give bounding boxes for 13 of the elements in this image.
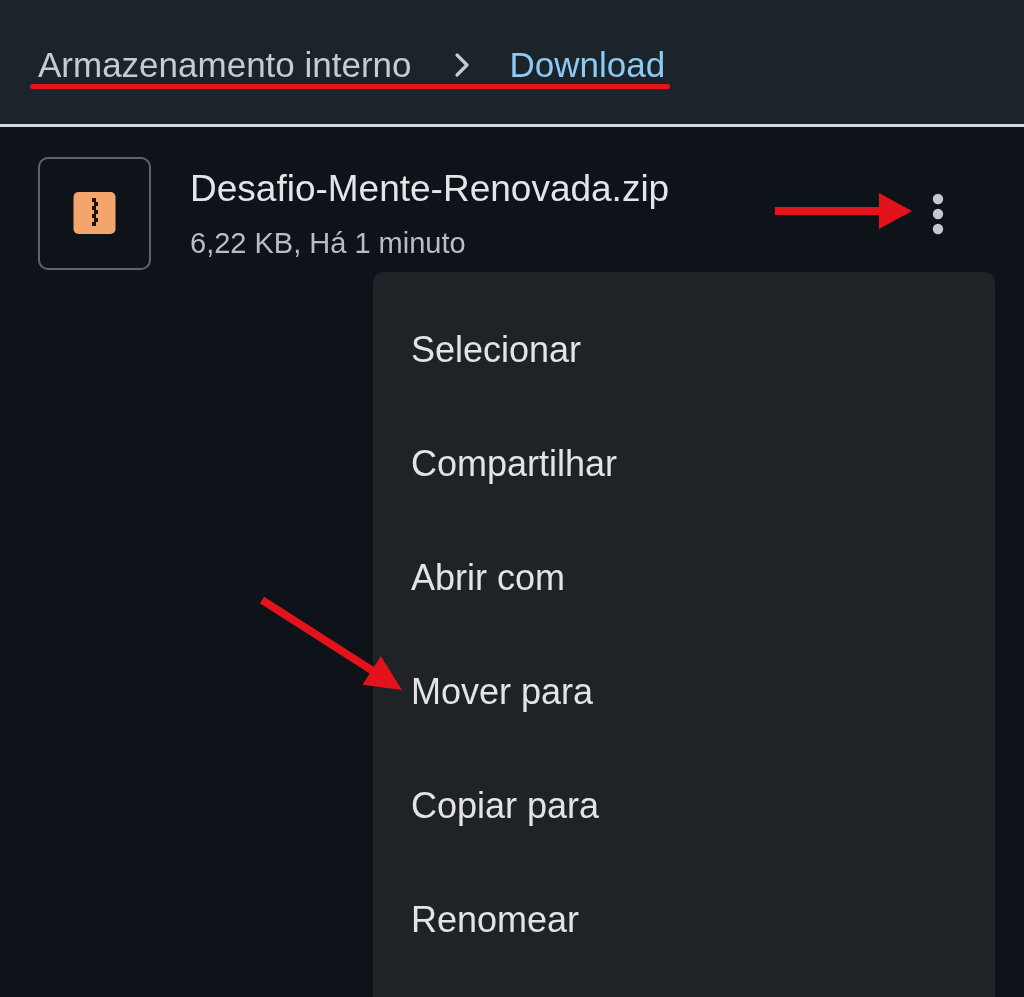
menu-item[interactable]: Selecionar — [373, 293, 995, 407]
more-options-icon[interactable] — [932, 192, 944, 235]
breadcrumb-link[interactable]: Armazenamento interno — [38, 44, 412, 86]
menu-item[interactable]: Mover para — [373, 635, 995, 749]
menu-item[interactable]: Abrir com — [373, 521, 995, 635]
file-details: 6,22 KB, Há 1 minuto — [190, 225, 467, 261]
menu-item[interactable]: Renomear — [373, 863, 995, 977]
file-name[interactable]: Desafio-Mente-Renovada.zip — [190, 166, 670, 211]
chevron-right-icon — [453, 52, 470, 78]
menu-item[interactable]: Compartilhar — [373, 407, 995, 521]
breadcrumb-link[interactable]: Download — [509, 44, 666, 86]
archive-file-icon — [38, 157, 151, 270]
menu-item[interactable]: Copiar para — [373, 749, 995, 863]
